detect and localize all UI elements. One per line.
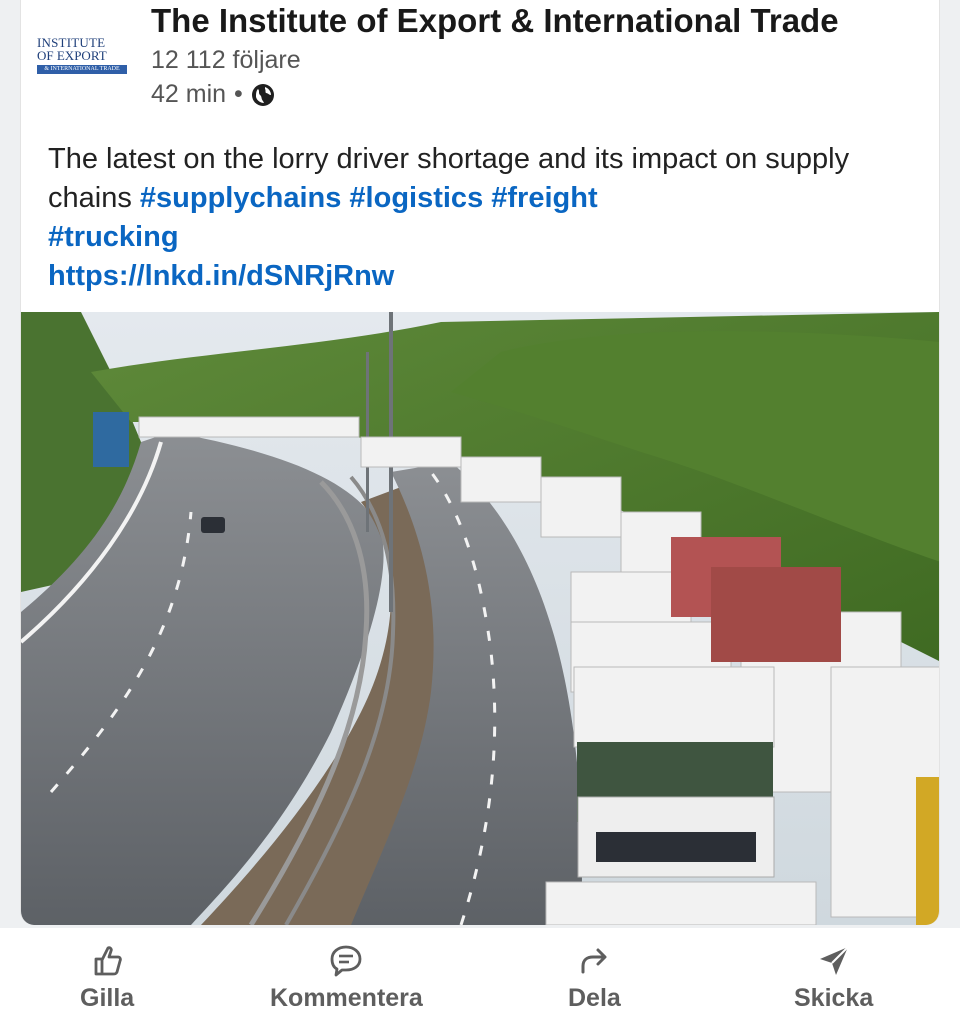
post-link[interactable]: https://lnkd.in/dSNRjRnw [48, 260, 394, 292]
post-card: INSTITUTE OF EXPORT & INTERNATIONAL TRAD… [20, 0, 940, 925]
share-button[interactable]: Dela [568, 942, 621, 1013]
send-button[interactable]: Skicka [794, 942, 873, 1013]
thumbs-up-icon [94, 946, 122, 976]
like-button[interactable]: Gilla [80, 942, 134, 1013]
meta-separator: • [234, 80, 243, 108]
post-meta: 42 min • [151, 80, 275, 109]
hashtag-supplychains[interactable]: #supplychains [140, 182, 341, 214]
post-time: 42 min [151, 80, 227, 108]
send-icon [819, 946, 849, 975]
globe-icon [251, 83, 274, 106]
action-bar: Gilla Kommentera Dela Skicka [0, 928, 960, 1024]
hashtag-logistics[interactable]: #logistics [349, 182, 483, 214]
post-text: The latest on the lorry driver shortage … [48, 140, 928, 296]
comment-icon [331, 945, 362, 977]
hashtag-trucking[interactable]: #trucking [48, 221, 179, 253]
share-arrow-icon [581, 948, 607, 974]
hashtag-freight[interactable]: #freight [491, 182, 597, 214]
follower-count: 12 112 följare [151, 46, 301, 74]
author-name[interactable]: The Institute of Export & International … [151, 2, 839, 40]
post-image[interactable] [21, 312, 940, 925]
comment-button[interactable]: Kommentera [270, 942, 423, 1013]
company-logo[interactable]: INSTITUTE OF EXPORT & INTERNATIONAL TRAD… [37, 36, 131, 76]
